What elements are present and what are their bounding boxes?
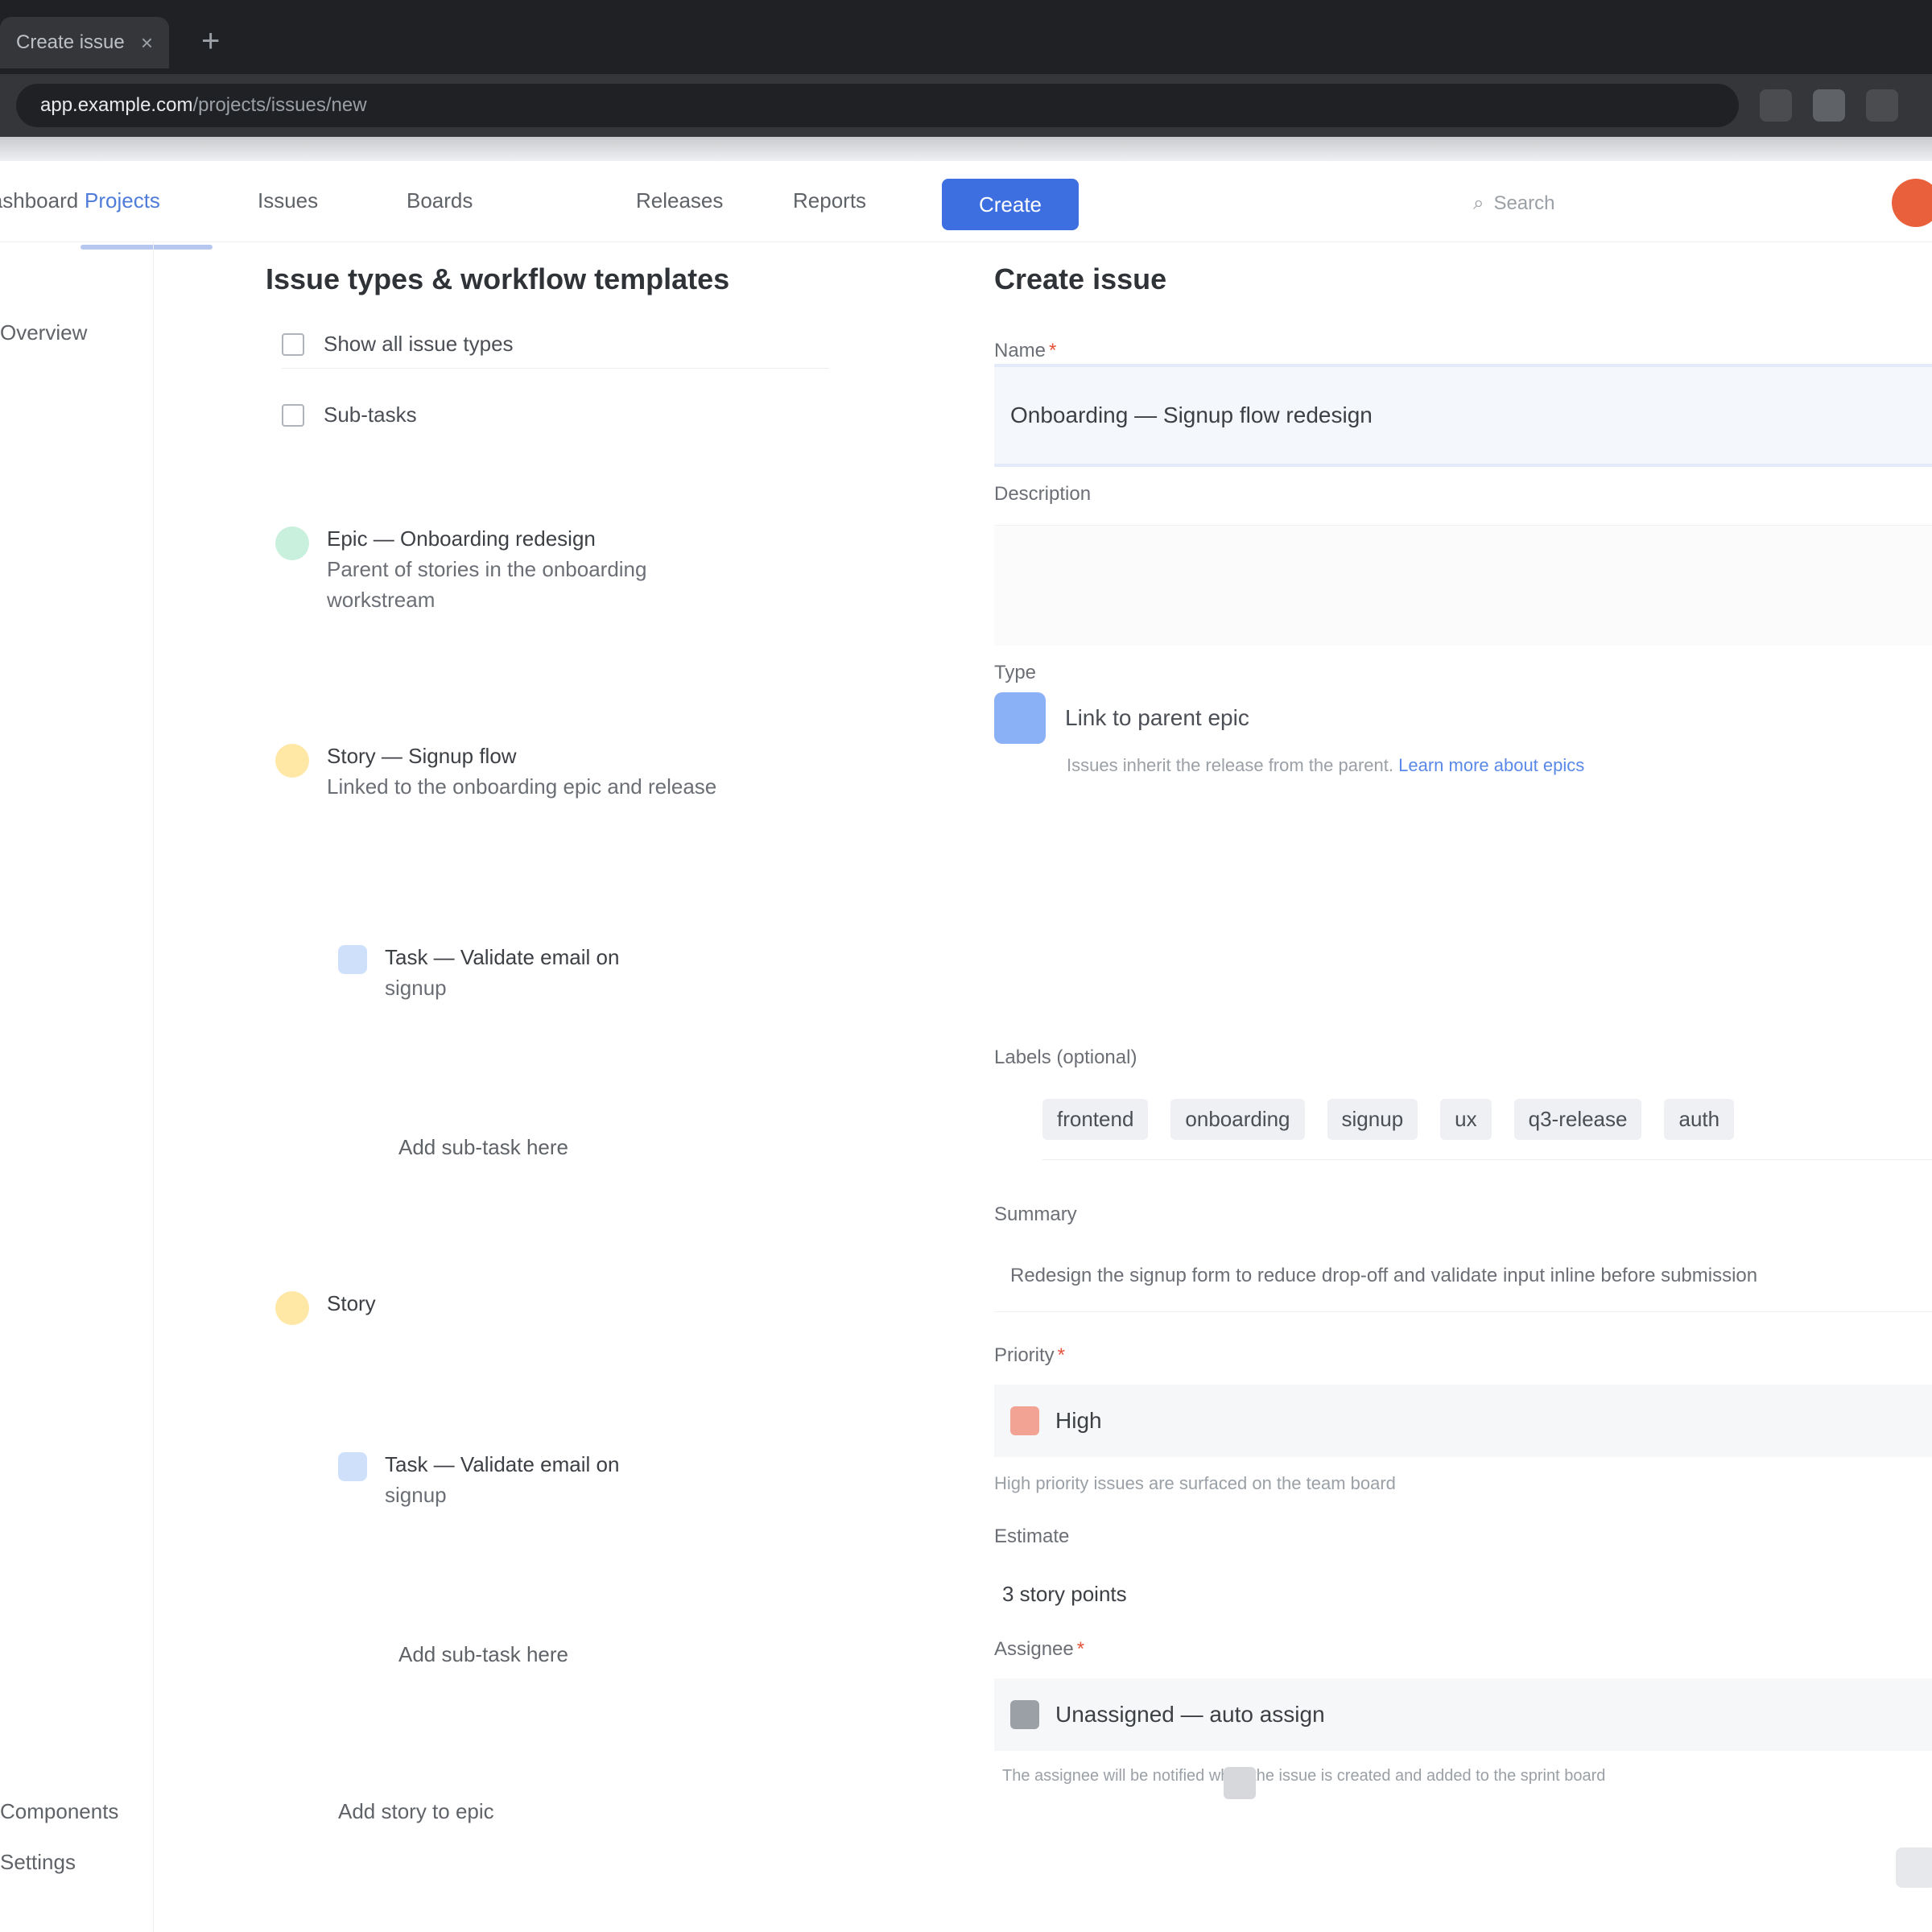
- add-subtask-link[interactable]: Add sub-task here: [398, 1642, 568, 1667]
- extension-icon[interactable]: [1813, 89, 1845, 122]
- more-options-button[interactable]: [1896, 1847, 1932, 1888]
- tree-node-story[interactable]: Story — Signup flow Linked to the onboar…: [275, 741, 745, 802]
- browser-tab[interactable]: Create issue ×: [0, 17, 169, 68]
- menu-icon[interactable]: [1866, 89, 1898, 122]
- node-title: Story: [327, 1291, 376, 1315]
- node-subtitle: signup: [385, 976, 447, 1000]
- nav-item-issues[interactable]: Issues: [258, 188, 318, 213]
- assignee-label: Assignee *: [994, 1638, 1085, 1660]
- search-input[interactable]: ⌕ Search: [1473, 185, 1634, 222]
- label-text: Assignee: [994, 1638, 1074, 1660]
- node-subtitle: signup: [385, 1483, 447, 1507]
- node-subtitle: Parent of stories in the onboarding work…: [327, 557, 647, 612]
- priority-high-icon: [1010, 1406, 1039, 1435]
- nav-item-releases[interactable]: Releases: [636, 188, 723, 213]
- task-icon: [338, 1452, 367, 1481]
- assignee-select[interactable]: Unassigned — auto assign: [994, 1678, 1932, 1751]
- info-icon: [1224, 1767, 1256, 1799]
- priority-select[interactable]: High: [994, 1385, 1932, 1457]
- helper-text: Issues inherit the release from the pare…: [1067, 755, 1393, 775]
- description-label: Description: [994, 483, 1092, 505]
- url-host: app.example.com: [40, 94, 193, 116]
- label-chip[interactable]: ux: [1440, 1098, 1492, 1140]
- description-field[interactable]: [994, 525, 1932, 646]
- form-title: Create issue: [994, 262, 1167, 295]
- option-show-all[interactable]: Show all issue types: [282, 332, 829, 369]
- avatar[interactable]: [1892, 179, 1932, 227]
- story-icon: [275, 744, 309, 778]
- url-field[interactable]: app.example.com /projects/issues/new: [16, 84, 1739, 127]
- nav-item-dashboard[interactable]: Dashboard: [0, 188, 78, 213]
- name-field[interactable]: Onboarding — Signup flow redesign: [994, 364, 1932, 467]
- sidebar-item-components[interactable]: Components: [0, 1799, 118, 1824]
- node-title: Task — Validate email on: [385, 1452, 620, 1476]
- estimate-label: Estimate: [994, 1525, 1070, 1547]
- chrome-divider: [0, 137, 1932, 161]
- priority-helper: High priority issues are surfaced on the…: [994, 1473, 1396, 1493]
- labels-chip-list: frontend onboarding signup ux q3-release…: [1042, 1079, 1932, 1160]
- toggle-label: Link to parent epic: [1065, 705, 1249, 730]
- option-label: Show all issue types: [324, 332, 514, 356]
- node-title: Story — Signup flow: [327, 744, 517, 768]
- sidebar: Overview Components Settings: [0, 242, 154, 1932]
- nav-item-boards[interactable]: Boards: [407, 188, 473, 213]
- label-chip[interactable]: onboarding: [1170, 1098, 1305, 1140]
- tree-node-story-2[interactable]: Story: [275, 1288, 376, 1325]
- address-bar: app.example.com /projects/issues/new: [0, 74, 1932, 137]
- label-chip[interactable]: auth: [1664, 1098, 1735, 1140]
- node-title: Task — Validate email on: [385, 945, 620, 969]
- tree-node-task[interactable]: Task — Validate email on signup: [338, 942, 723, 1003]
- add-subtask-link[interactable]: Add sub-task here: [398, 1135, 568, 1160]
- link-epic-toggle[interactable]: Link to parent epic: [994, 692, 1249, 744]
- nav-item-reports[interactable]: Reports: [793, 188, 866, 213]
- sidebar-item-settings[interactable]: Settings: [0, 1850, 76, 1875]
- tree-title: Issue types & workflow templates: [266, 262, 730, 295]
- summary-field[interactable]: Redesign the signup form to reduce drop-…: [994, 1240, 1932, 1312]
- priority-value: High: [1055, 1408, 1102, 1433]
- label-text: Priority: [994, 1344, 1055, 1366]
- url-path: /projects/issues/new: [192, 94, 367, 116]
- learn-more-link[interactable]: Learn more about epics: [1398, 755, 1584, 775]
- checkbox[interactable]: [282, 332, 304, 356]
- assignee-value: Unassigned — auto assign: [1055, 1702, 1325, 1727]
- tree-node-task-2[interactable]: Task — Validate email on signup: [338, 1449, 723, 1510]
- assignee-helper: The assignee will be notified when the i…: [1002, 1767, 1606, 1785]
- node-title: Epic — Onboarding redesign: [327, 526, 596, 551]
- node-subtitle: Linked to the onboarding epic and releas…: [327, 774, 717, 799]
- add-story-link[interactable]: Add story to epic: [338, 1799, 494, 1824]
- new-tab-icon[interactable]: +: [201, 23, 220, 60]
- name-label: Name *: [994, 340, 1057, 361]
- toggle-checkbox[interactable]: [994, 692, 1046, 744]
- estimate-field[interactable]: 3 story points: [994, 1562, 1932, 1626]
- summary-label: Summary: [994, 1203, 1077, 1225]
- user-icon: [1010, 1700, 1039, 1729]
- type-label: Type: [994, 662, 1037, 683]
- search-icon: ⌕: [1473, 192, 1484, 214]
- label-chip[interactable]: frontend: [1042, 1098, 1149, 1140]
- label-chip[interactable]: q3-release: [1513, 1098, 1642, 1140]
- close-icon[interactable]: ×: [141, 31, 153, 56]
- app-nav: Dashboard Projects Issues Boards Release…: [0, 161, 1932, 250]
- sidebar-item-overview[interactable]: Overview: [0, 320, 87, 345]
- checkbox[interactable]: [282, 403, 304, 427]
- label-chip[interactable]: signup: [1327, 1098, 1418, 1140]
- create-button[interactable]: Create: [942, 179, 1079, 230]
- browser-tabstrip: Create issue × +: [0, 0, 1932, 74]
- option-subtasks[interactable]: Sub-tasks: [282, 402, 417, 427]
- nav-item-projects[interactable]: Projects: [85, 188, 160, 213]
- epic-icon: [275, 526, 309, 560]
- label-text: Name: [994, 340, 1046, 361]
- task-icon: [338, 945, 367, 974]
- priority-label: Priority *: [994, 1344, 1066, 1366]
- option-label: Sub-tasks: [324, 402, 417, 427]
- tab-title: Create issue: [16, 31, 125, 53]
- search-placeholder: Search: [1493, 192, 1555, 214]
- tree-node-epic[interactable]: Epic — Onboarding redesign Parent of sto…: [275, 523, 729, 615]
- story-icon: [275, 1291, 309, 1325]
- labels-label: Labels (optional): [994, 1046, 1137, 1068]
- extension-icon[interactable]: [1760, 89, 1792, 122]
- toggle-helper: Issues inherit the release from the pare…: [1067, 755, 1584, 776]
